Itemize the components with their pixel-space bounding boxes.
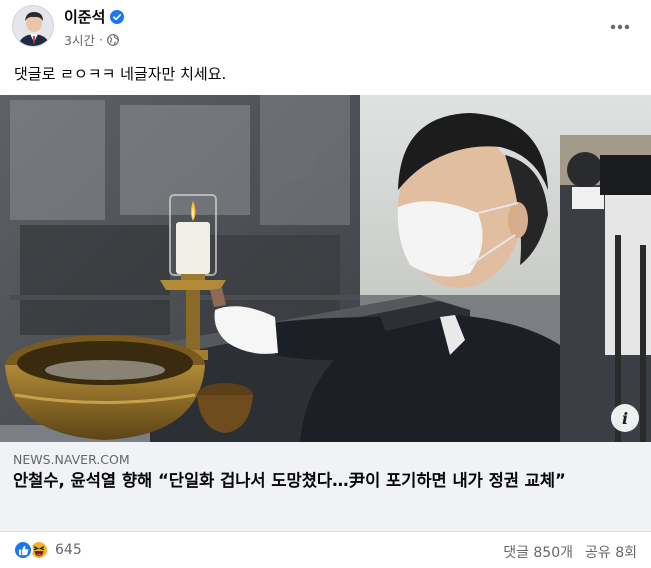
- reactions-summary[interactable]: 645: [13, 540, 82, 560]
- meta-separator: ·: [98, 32, 103, 47]
- post-footer: 645 댓글 850개 공유 8회: [0, 532, 651, 568]
- link-domain: NEWS.NAVER.COM: [13, 452, 130, 467]
- link-preview-image[interactable]: i: [0, 95, 651, 442]
- ellipsis-icon: [610, 24, 630, 30]
- post-meta: 3시간 ·: [64, 30, 119, 49]
- like-icon: [13, 540, 33, 560]
- globe-icon[interactable]: [107, 33, 119, 46]
- link-title[interactable]: 안철수, 윤석열 향해 “단일화 겁나서 도망쳤다…尹이 포기하면 내가 정권 …: [13, 470, 638, 492]
- author-row: 이준석: [64, 6, 125, 27]
- post-text: 댓글로 ㄹㅇㅋㅋ 네글자만 치세요.: [14, 65, 227, 83]
- shares-count-link[interactable]: 공유 8회: [585, 542, 637, 562]
- reaction-count: 645: [55, 542, 82, 558]
- verified-badge-icon: [110, 9, 125, 24]
- post-timestamp[interactable]: 3시간: [64, 30, 95, 49]
- link-card[interactable]: NEWS.NAVER.COM 안철수, 윤석열 향해 “단일화 겁나서 도망쳤다…: [0, 442, 651, 532]
- engagement-stats: 댓글 850개 공유 8회: [503, 542, 637, 562]
- author-name[interactable]: 이준석: [64, 6, 105, 27]
- author-avatar[interactable]: [12, 5, 54, 47]
- news-photo: [0, 95, 651, 442]
- comments-count-link[interactable]: 댓글 850개: [503, 542, 573, 562]
- post-header: 이준석 3시간 ·: [0, 0, 651, 56]
- info-icon[interactable]: i: [611, 404, 639, 432]
- more-options-button[interactable]: [603, 10, 637, 44]
